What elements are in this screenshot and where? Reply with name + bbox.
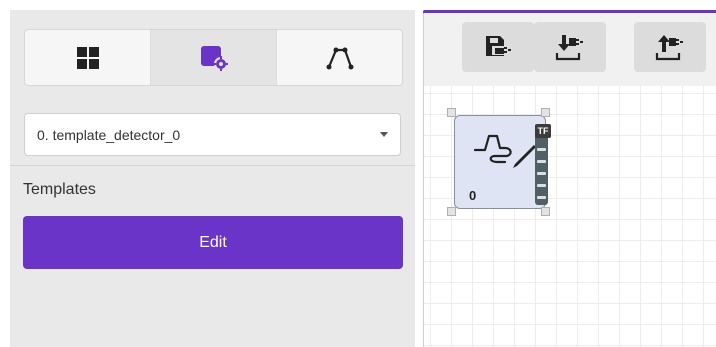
node-index: 0 xyxy=(469,188,477,203)
graph-icon xyxy=(326,47,353,69)
download-icon xyxy=(555,35,583,61)
section-divider xyxy=(10,165,415,166)
output-port[interactable] xyxy=(537,148,546,151)
resize-handle[interactable] xyxy=(541,207,550,216)
resize-handle[interactable] xyxy=(447,108,456,117)
template-draw-icon xyxy=(473,134,536,168)
node-selector-value: 0. template_detector_0 xyxy=(37,126,181,143)
upload-icon xyxy=(655,35,683,61)
workspace-toolbar xyxy=(423,13,716,86)
tab-grid[interactable] xyxy=(25,30,151,85)
tab-graph[interactable] xyxy=(277,30,402,85)
node-body: 0 xyxy=(454,115,546,209)
sidebar-panel: 0. template_detector_0 Templates Edit xyxy=(10,10,415,347)
sidebar-tabbar xyxy=(24,29,403,86)
download-button[interactable] xyxy=(534,22,606,72)
save-button[interactable] xyxy=(462,22,534,72)
tf-badge: TF xyxy=(535,124,551,138)
templates-label: Templates xyxy=(23,181,96,198)
output-port[interactable] xyxy=(537,196,546,199)
grid-icon xyxy=(76,46,99,69)
output-port[interactable] xyxy=(537,184,546,187)
resize-handle[interactable] xyxy=(447,207,456,216)
save-icon xyxy=(486,36,511,56)
edit-button[interactable]: Edit xyxy=(23,216,403,269)
node-selector[interactable]: 0. template_detector_0 xyxy=(24,113,401,156)
template-detector-node[interactable]: 0 TF xyxy=(447,108,551,216)
upload-button[interactable] xyxy=(634,22,706,72)
resize-handle[interactable] xyxy=(541,108,550,117)
node-settings-icon xyxy=(200,45,228,71)
chevron-down-icon xyxy=(380,132,388,137)
output-port[interactable] xyxy=(537,160,546,163)
tab-node-settings[interactable] xyxy=(151,30,277,85)
output-port[interactable] xyxy=(537,172,546,175)
